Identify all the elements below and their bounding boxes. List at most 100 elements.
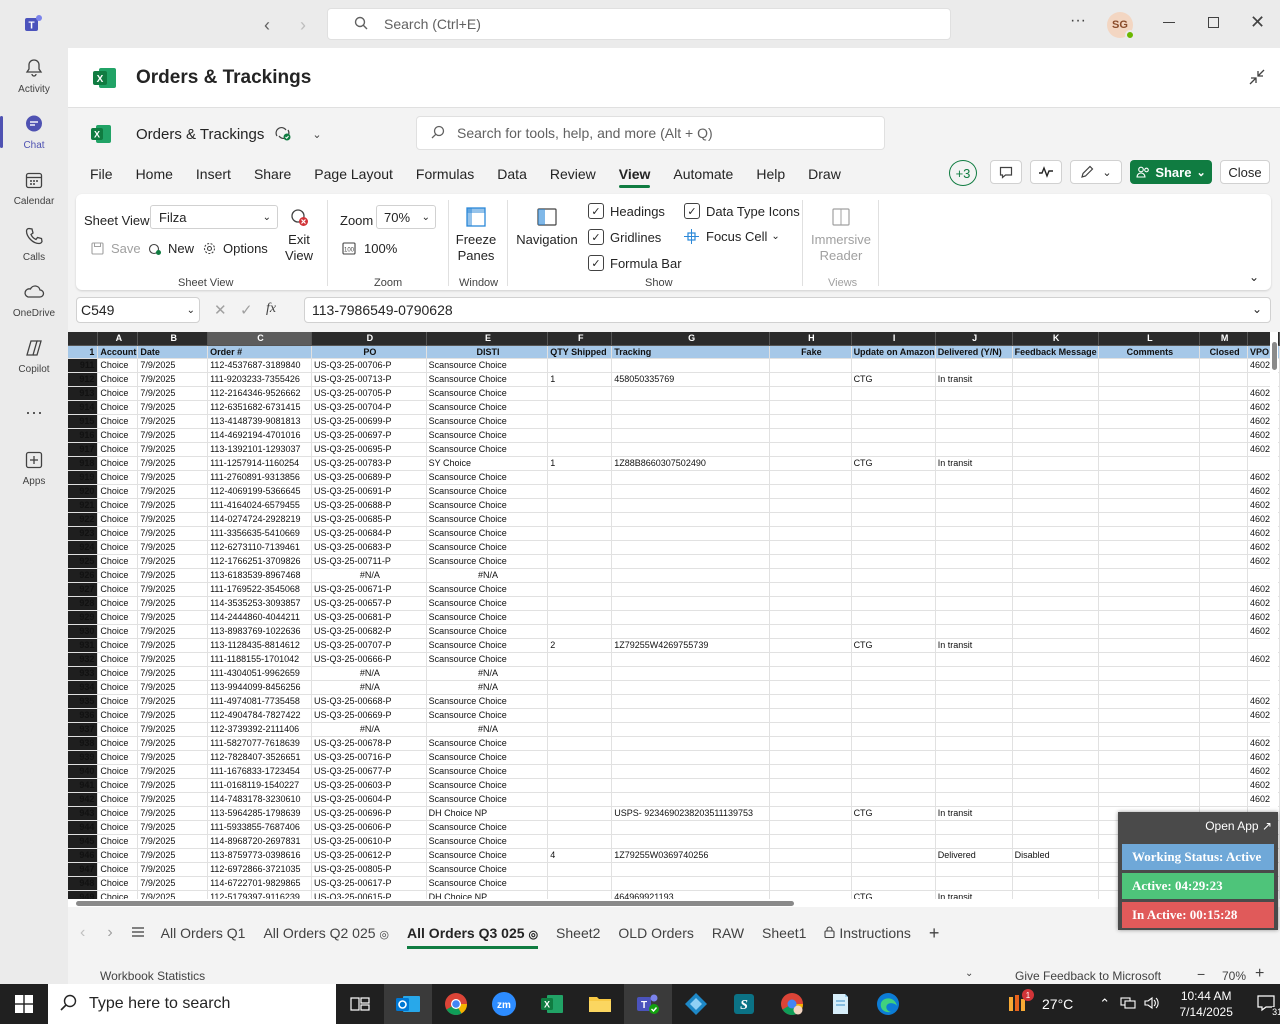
table-cell[interactable] [547, 470, 613, 485]
table-cell[interactable] [851, 414, 936, 429]
table-cell[interactable] [935, 694, 1013, 709]
table-cell[interactable] [935, 428, 1013, 443]
table-cell[interactable] [1098, 470, 1201, 485]
table-cell[interactable] [1199, 358, 1248, 373]
table-cell[interactable] [1199, 624, 1248, 639]
table-cell[interactable] [1199, 736, 1248, 751]
table-cell[interactable] [1012, 540, 1099, 555]
table-cell[interactable] [769, 848, 852, 863]
collapse-icon[interactable] [1248, 68, 1266, 89]
table-cell[interactable]: 7/9/2025 [137, 456, 209, 471]
table-cell[interactable] [769, 652, 852, 667]
task-view-icon[interactable] [336, 984, 384, 1024]
table-cell[interactable] [769, 792, 852, 807]
zoom-out-icon[interactable]: − [1197, 966, 1205, 982]
table-cell[interactable]: Choice [97, 442, 139, 457]
table-cell[interactable] [1199, 470, 1248, 485]
table-cell[interactable]: 7/9/2025 [137, 624, 209, 639]
table-cell[interactable] [1199, 526, 1248, 541]
table-cell[interactable]: Choice [97, 764, 139, 779]
table-cell[interactable]: US-Q3-25-00685-P [311, 512, 427, 527]
table-cell[interactable] [1098, 540, 1201, 555]
row-number[interactable]: 942 [68, 792, 99, 807]
table-cell[interactable] [611, 820, 771, 835]
table-cell[interactable] [1098, 554, 1201, 569]
table-cell[interactable]: 7/9/2025 [137, 498, 209, 513]
table-cell[interactable] [769, 680, 852, 695]
table-cell[interactable]: US-Q3-25-00689-P [311, 470, 427, 485]
vertical-scroll-thumb[interactable] [1272, 342, 1277, 370]
table-cell[interactable] [547, 428, 613, 443]
table-cell[interactable]: US-Q3-25-00707-P [311, 638, 427, 653]
table-cell[interactable] [769, 778, 852, 793]
table-cell[interactable]: Choice [97, 484, 139, 499]
table-cell[interactable] [1098, 638, 1201, 653]
table-cell[interactable]: Scansource Choice [426, 428, 549, 443]
row-number[interactable]: 940 [68, 764, 99, 779]
notepad-icon[interactable] [816, 984, 864, 1024]
column-header[interactable]: C [207, 332, 312, 346]
rail-item-copilot[interactable]: Copilot [0, 328, 68, 384]
row-number[interactable]: 944 [68, 820, 99, 835]
table-cell[interactable] [769, 610, 852, 625]
table-cell[interactable]: Choice [97, 582, 139, 597]
table-cell[interactable] [935, 442, 1013, 457]
table-cell[interactable]: US-Q3-25-00606-P [311, 820, 427, 835]
table-cell[interactable] [547, 876, 613, 891]
table-cell[interactable]: 7/9/2025 [137, 652, 209, 667]
table-cell[interactable] [1012, 750, 1099, 765]
menu-file[interactable]: File [90, 166, 113, 182]
table-cell[interactable] [769, 638, 852, 653]
close-button[interactable]: Close [1220, 160, 1270, 184]
table-cell[interactable] [547, 708, 613, 723]
table-cell[interactable] [851, 666, 936, 681]
table-cell[interactable]: Choice [97, 526, 139, 541]
header-cell[interactable]: Account [97, 345, 139, 359]
table-cell[interactable] [1012, 806, 1099, 821]
table-cell[interactable] [611, 750, 771, 765]
table-cell[interactable]: 111-1188155-1701042 [207, 652, 312, 667]
table-cell[interactable] [547, 568, 613, 583]
table-cell[interactable] [1199, 694, 1248, 709]
table-cell[interactable] [547, 358, 613, 373]
table-cell[interactable]: 7/9/2025 [137, 428, 209, 443]
row-number[interactable]: 928 [68, 596, 99, 611]
table-cell[interactable]: US-Q3-25-00604-P [311, 792, 427, 807]
table-cell[interactable] [1012, 778, 1099, 793]
table-cell[interactable] [935, 778, 1013, 793]
teams-logo-icon[interactable]: T [22, 13, 44, 35]
table-cell[interactable]: 111-4304051-9962659 [207, 666, 312, 681]
table-cell[interactable]: 1Z79255W4269755739 [611, 638, 771, 653]
rail-item-calendar[interactable]: Calendar [0, 160, 68, 216]
table-cell[interactable]: Scansource Choice [426, 652, 549, 667]
immersive-reader-button[interactable]: Immersive Reader [808, 206, 874, 264]
table-cell[interactable]: 7/9/2025 [137, 582, 209, 597]
table-cell[interactable] [1012, 694, 1099, 709]
next-sheet-icon[interactable]: › [107, 924, 112, 942]
table-cell[interactable]: CTG [851, 890, 936, 899]
open-app-link[interactable]: Open App ↗ [1205, 819, 1272, 833]
sheet-tab-sheet2[interactable]: Sheet2 [556, 925, 600, 941]
temperature[interactable]: 27°C [1042, 996, 1073, 1012]
table-cell[interactable] [547, 540, 613, 555]
menu-home[interactable]: Home [136, 166, 173, 182]
table-cell[interactable] [547, 750, 613, 765]
table-cell[interactable] [611, 694, 771, 709]
row-number[interactable]: 933 [68, 666, 99, 681]
table-cell[interactable]: US-Q3-25-00668-P [311, 694, 427, 709]
table-cell[interactable]: 7/9/2025 [137, 806, 209, 821]
table-cell[interactable] [1098, 442, 1201, 457]
table-cell[interactable]: In transit [935, 456, 1013, 471]
table-cell[interactable] [547, 610, 613, 625]
headings-checkbox[interactable]: ✓ Headings [588, 203, 665, 219]
table-cell[interactable]: Choice [97, 554, 139, 569]
column-header[interactable]: A [97, 332, 139, 346]
table-cell[interactable]: US-Q3-25-00704-P [311, 400, 427, 415]
menu-formulas[interactable]: Formulas [416, 166, 474, 182]
new-view-button[interactable]: New [148, 241, 194, 256]
table-cell[interactable] [547, 694, 613, 709]
table-cell[interactable] [1012, 414, 1099, 429]
table-cell[interactable]: 7/9/2025 [137, 820, 209, 835]
table-cell[interactable] [1098, 610, 1201, 625]
table-cell[interactable] [851, 722, 936, 737]
